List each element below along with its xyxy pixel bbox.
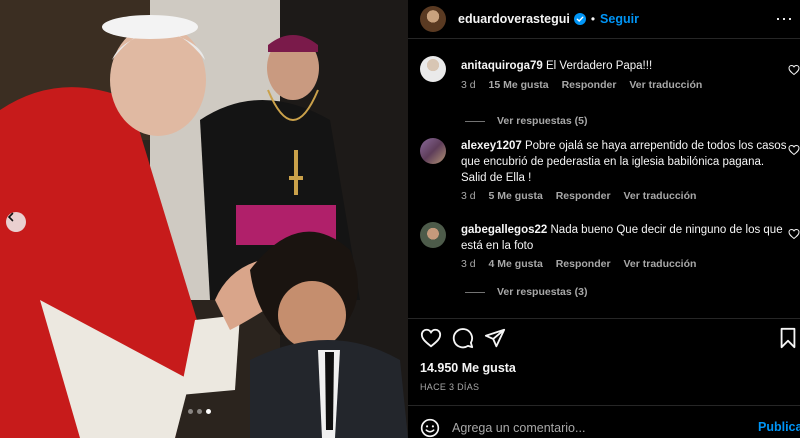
publish-button[interactable]: Publicar [758,420,800,434]
comment-box-divider [408,405,800,406]
post-header: eduardoverastegui • Seguir ⋯ [408,0,800,39]
carousel-dot [188,409,193,414]
comment-text-block: anitaquiroga79 El Verdadero Papa!!! [461,58,789,74]
more-options-icon[interactable]: ⋯ [775,10,794,28]
comment-meta: 3 d 15 Me gusta Responder Ver traducción [461,79,712,91]
comment-likes[interactable]: 4 Me gusta [489,258,543,270]
add-comment-input[interactable] [452,418,742,438]
reply-button[interactable]: Responder [562,79,617,91]
carousel-dot [197,409,202,414]
chevron-left-icon [7,212,14,222]
share-icon[interactable] [484,327,506,349]
verified-badge-icon [573,13,586,25]
author-avatar[interactable] [420,6,446,32]
post-date[interactable]: HACE 3 DÍAS [420,382,479,392]
post-media[interactable] [0,0,408,438]
carousel-indicator [188,409,211,414]
commenter-avatar[interactable] [420,222,446,248]
comment-time[interactable]: 3 d [461,258,476,270]
commenter-avatar[interactable] [420,138,446,164]
actions-divider [408,318,800,319]
comment-likes[interactable]: 15 Me gusta [489,79,549,91]
comment-meta: 3 d 4 Me gusta Responder Ver traducción [461,258,706,270]
reply-button[interactable]: Responder [556,190,611,202]
comment-text-block: gabegallegos22 Nada bueno Que decir de n… [461,222,789,254]
heart-icon[interactable] [420,327,442,349]
heart-icon[interactable] [788,144,800,156]
emoji-icon[interactable] [420,418,440,438]
comment-text: El Verdadero Papa!!! [546,60,653,72]
translate-button[interactable]: Ver traducción [623,190,696,202]
author-username[interactable]: eduardoverastegui [458,12,570,26]
likes-count[interactable]: 14.950 Me gusta [420,361,516,375]
heart-icon[interactable] [788,64,800,76]
post-sidebar: eduardoverastegui • Seguir ⋯ anitaquirog… [408,0,800,438]
header-separator: • [590,12,596,26]
view-replies-button[interactable]: Ver respuestas (3) [465,286,587,298]
comment-likes[interactable]: 5 Me gusta [489,190,543,202]
translate-button[interactable]: Ver traducción [623,258,696,270]
comment-time[interactable]: 3 d [461,190,476,202]
carousel-prev-button[interactable] [6,212,26,232]
translate-button[interactable]: Ver traducción [629,79,702,91]
comment-username[interactable]: alexey1207 [461,140,522,152]
comment-icon[interactable] [452,327,474,349]
comment-meta: 3 d 5 Me gusta Responder Ver traducción [461,190,706,202]
post-photo [0,0,408,438]
commenter-avatar[interactable] [420,56,446,82]
heart-icon[interactable] [788,228,800,240]
follow-button[interactable]: Seguir [600,12,639,26]
reply-button[interactable]: Responder [556,258,611,270]
comment-username[interactable]: gabegallegos22 [461,224,547,236]
comment-time[interactable]: 3 d [461,79,476,91]
comment-username[interactable]: anitaquiroga79 [461,60,543,72]
carousel-dot-active [206,409,211,414]
comment-text-block: alexey1207 Pobre ojalá se haya arrepenti… [461,138,789,186]
bookmark-icon[interactable] [778,327,798,349]
view-replies-button[interactable]: Ver respuestas (5) [465,115,587,127]
